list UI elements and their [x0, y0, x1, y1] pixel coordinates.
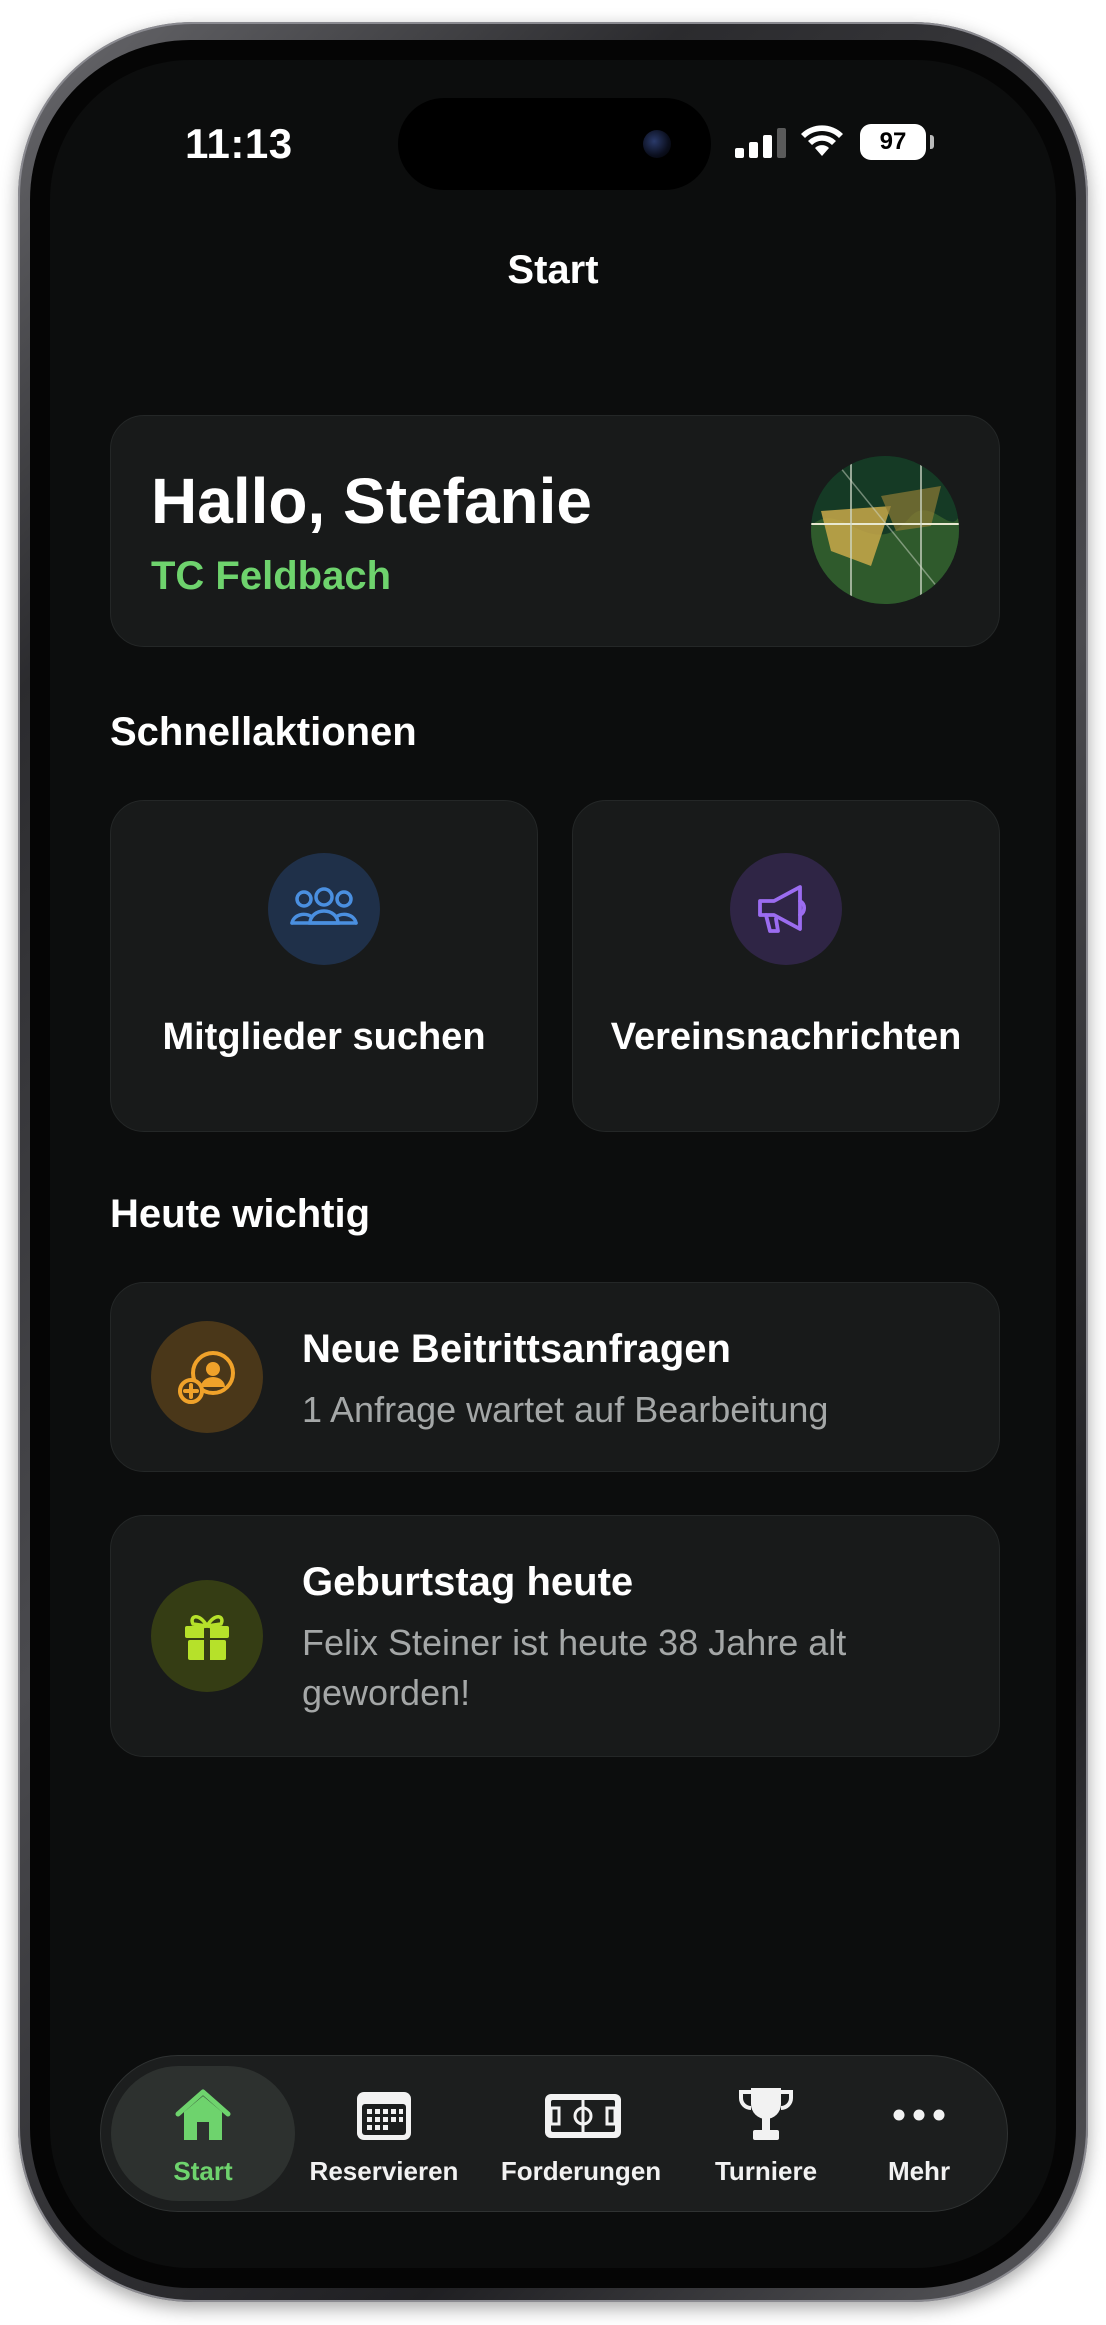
join-requests-subtitle: 1 Anfrage wartet auf Bearbeitung — [302, 1389, 829, 1430]
status-indicators: 97 — [735, 124, 936, 166]
join-requests-card[interactable]: Neue Beitrittsanfragen 1 Anfrage wartet … — [110, 1282, 1000, 1472]
dynamic-island — [398, 98, 711, 190]
user-add-icon — [178, 1351, 235, 1404]
tennis-court-image — [811, 456, 959, 604]
tab-reservieren-label: Reservieren — [309, 2156, 459, 2186]
tab-mehr[interactable]: Mehr — [849, 2056, 989, 2211]
birthday-card[interactable]: Geburtstag heute Felix Steiner ist heute… — [110, 1515, 1000, 1757]
tab-bar: Start Reservieren Forderungen Turniere M… — [100, 2055, 1008, 2212]
court-icon — [545, 2094, 621, 2138]
greeting-card: Hallo, Stefanie TC Feldbach — [110, 415, 1000, 647]
megaphone-icon — [758, 885, 807, 933]
trophy-icon — [739, 2088, 793, 2140]
tab-turniere[interactable]: Turniere — [691, 2056, 841, 2211]
tab-forderungen-label: Forderungen — [500, 2156, 662, 2186]
calendar-icon — [357, 2092, 411, 2140]
more-icon — [893, 2109, 945, 2121]
home-icon — [175, 2089, 231, 2140]
members-icon — [290, 887, 358, 925]
club-news-button[interactable]: Vereinsnachrichten — [572, 800, 1000, 1132]
gift-icon-circle — [151, 1580, 263, 1692]
wifi-icon — [801, 125, 843, 156]
search-members-button[interactable]: Mitglieder suchen — [110, 800, 538, 1132]
search-members-label: Mitglieder suchen — [162, 1016, 486, 1058]
gift-icon — [185, 1615, 229, 1660]
status-time: 11:13 — [185, 120, 293, 167]
birthday-subtitle: Felix Steiner ist heute 38 Jahre alt gew… — [302, 1622, 847, 1713]
tab-reservieren[interactable]: Reservieren — [299, 2056, 469, 2211]
club-news-label: Vereinsnachrichten — [610, 1016, 962, 1058]
tab-forderungen[interactable]: Forderungen — [481, 2056, 681, 2211]
page-title: Start — [507, 248, 599, 292]
join-requests-title: Neue Beitrittsanfragen — [302, 1327, 731, 1371]
battery-indicator: 97 — [860, 124, 934, 160]
cellular-signal-icon — [735, 128, 786, 158]
megaphone-icon-circle — [730, 853, 842, 965]
tab-start[interactable]: Start — [111, 2066, 295, 2201]
club-avatar[interactable] — [811, 456, 959, 604]
birthday-title: Geburtstag heute — [302, 1560, 634, 1604]
today-heading: Heute wichtig — [110, 1192, 371, 1236]
greeting-text: Hallo, Stefanie — [151, 465, 592, 537]
tab-turniere-label: Turniere — [714, 2156, 818, 2186]
members-icon-circle — [268, 853, 380, 965]
user-add-icon-circle — [151, 1321, 263, 1433]
tab-start-label: Start — [173, 2156, 233, 2186]
app-screen: 11:13 97 Start Hallo, Stefanie TC Feldba… — [50, 60, 1056, 2268]
camera-icon — [643, 130, 671, 158]
quick-actions-heading: Schnellaktionen — [110, 710, 417, 754]
tab-mehr-label: Mehr — [887, 2156, 951, 2186]
club-name[interactable]: TC Feldbach — [151, 554, 391, 599]
